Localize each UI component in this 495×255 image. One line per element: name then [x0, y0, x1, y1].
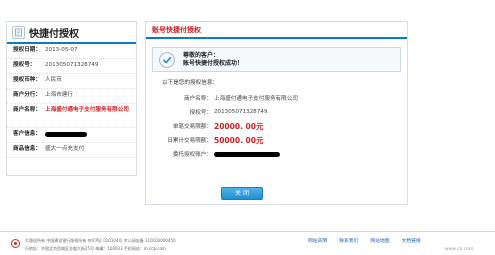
detail-value: 20000. 00元	[214, 121, 264, 131]
detail-value: 50000. 00元	[214, 135, 264, 145]
footer-link-sitemap[interactable]: 网站地图	[370, 237, 389, 244]
info-value: 上海市建行	[45, 92, 73, 98]
footer-link-statement[interactable]: 网站声明	[308, 237, 327, 244]
info-row-product-info: 商品信息： 盛大一点充支付	[7, 143, 136, 158]
detail-row-merchant-name: 商户名称： 上海盛付通电子支付服务有限公司	[146, 91, 407, 105]
info-row-customer-info: 客户信息：	[7, 128, 136, 143]
result-header: 账号快捷付授权	[146, 22, 407, 39]
close-button[interactable]: 关 闭	[221, 187, 263, 200]
success-message-box: 尊敬的客户： 账号快捷付授权成功！	[152, 47, 401, 72]
detail-row-daily-limit: 日累计交易限额： 50000. 00元	[146, 133, 407, 147]
detail-value: 201305071328749	[214, 109, 268, 115]
info-value: 人民币	[45, 77, 62, 83]
section-title: 以下是您的授权信息：	[162, 80, 218, 86]
info-value: 2013-05-07	[45, 47, 78, 53]
watermark: www.cn.com	[445, 247, 474, 252]
document-icon	[12, 25, 25, 39]
success-text: 尊敬的客户： 账号快捷付授权成功！	[183, 52, 243, 68]
footer-copyright: ©版权所有 中国建设银行版权所有 京ICP证 010104号 京公网安备 110…	[25, 238, 176, 243]
info-label: 商户名称：	[13, 107, 41, 113]
info-label: 授权号：	[13, 62, 36, 68]
redacted-value	[214, 151, 280, 157]
summary-title: 快捷付授权	[29, 28, 79, 40]
footer-link-docs[interactable]: 文档链接	[402, 237, 421, 244]
info-value: 20130507132874​9	[45, 62, 99, 68]
redacted-value	[45, 132, 87, 137]
detail-label: 商户名称：	[184, 96, 212, 102]
success-line: 账号快捷付授权成功！	[183, 59, 244, 67]
info-row-merchant-branch: 商户分行： 上海市建行	[7, 89, 136, 104]
detail-label: 日累计交易限额：	[167, 138, 212, 144]
info-label: 授权币种：	[13, 77, 41, 83]
footer-links: 网站声明 联系我们 网站地图 文档链接	[308, 237, 421, 244]
info-label: 商品信息：	[13, 146, 41, 152]
info-row-auth-number: 授权号： 20130507132874​9	[7, 59, 136, 74]
info-row-merchant-name: 商户名称： 上海盛付通电子支付服务有限公司	[7, 104, 136, 128]
authorization-summary-panel: 快捷付授权 授权日期： 2013-05-07 授权号： 201305071328…	[6, 21, 137, 176]
result-title: 账号快捷付授权	[152, 25, 201, 34]
police-seal-icon	[11, 239, 20, 248]
info-label: 客户信息：	[13, 131, 41, 137]
detail-value: 上海盛付通电子支付服务有限公司	[214, 96, 298, 102]
detail-label: 委托授权账户：	[172, 152, 212, 158]
authorization-result-panel: 账号快捷付授权 尊敬的客户： 账号快捷付授权成功！ 以下是您的授权信息： 商户名…	[145, 21, 408, 205]
greeting-line: 尊敬的客户：	[183, 51, 220, 59]
detail-row-single-limit: 单笔交易限额： 20000. 00元	[146, 119, 407, 133]
info-label: 商户分行：	[13, 92, 41, 98]
success-check-icon	[159, 51, 175, 68]
info-row-currency: 授权币种： 人民币	[7, 74, 136, 89]
info-row-date: 授权日期： 2013-05-07	[7, 44, 136, 59]
footer-address: 行地址：中国北京西城区金融大街25号 邮编：100033 手机网站：m.ccb.…	[25, 246, 166, 251]
info-value: 盛大一点充支付	[45, 146, 85, 152]
detail-label: 单笔交易限额：	[172, 124, 212, 130]
detail-label: 授权号：	[189, 110, 212, 116]
result-details: 商户名称： 上海盛付通电子支付服务有限公司 授权号： 2013050713287…	[146, 91, 407, 161]
info-value: 上海盛付通电子支付服务有限公司	[45, 107, 129, 113]
detail-row-auth-number: 授权号： 201305071328749	[146, 105, 407, 119]
footer: ©版权所有 中国建设银行版权所有 京ICP证 010104号 京公网安备 110…	[0, 234, 495, 255]
detail-row-authorized-account: 委托授权账户：	[146, 147, 407, 161]
info-label: 授权日期：	[13, 47, 41, 53]
footer-divider	[0, 231, 495, 232]
summary-header: 快捷付授权	[7, 22, 136, 44]
footer-link-contact[interactable]: 联系我们	[339, 237, 358, 244]
